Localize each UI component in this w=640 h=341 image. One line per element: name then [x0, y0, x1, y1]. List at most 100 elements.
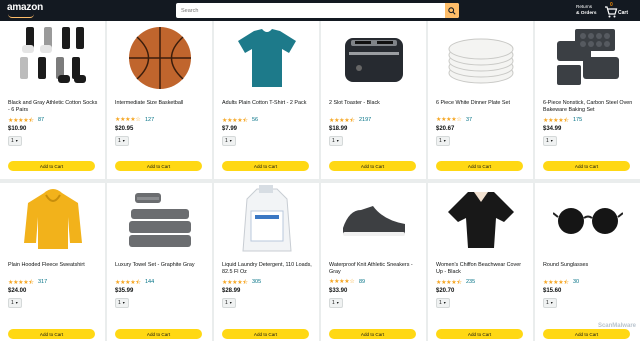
quantity-select[interactable]: 1▾ — [329, 136, 343, 146]
product-price: $20.95 — [115, 126, 133, 132]
review-count[interactable]: 2197 — [359, 117, 371, 123]
rating-stars: ★★★★☆ — [436, 116, 461, 123]
product-image[interactable] — [327, 187, 420, 257]
basketball-icon — [127, 25, 193, 96]
product-image[interactable] — [6, 187, 99, 257]
product-image[interactable] — [6, 25, 99, 95]
quantity-value: 1 — [332, 138, 335, 144]
detergent-icon — [237, 185, 297, 260]
rating-stars: ★★★★⯪ — [8, 116, 34, 126]
returns-orders-link[interactable]: Returns & Orders — [576, 4, 597, 17]
plates-icon — [446, 29, 516, 92]
quantity-select[interactable]: 1▾ — [543, 298, 557, 308]
orders-label: & Orders — [576, 11, 597, 16]
chevron-down-icon: ▾ — [16, 138, 18, 143]
quantity-value: 1 — [118, 138, 121, 144]
search-bar — [176, 3, 459, 18]
product-image[interactable] — [541, 187, 634, 257]
add-to-cart-button[interactable]: Add to Cart — [115, 161, 202, 171]
quantity-select[interactable]: 1▾ — [115, 136, 129, 146]
socks-icon — [18, 25, 88, 96]
review-count[interactable]: 317 — [38, 279, 47, 285]
amazon-logo[interactable]: amazon — [7, 2, 43, 13]
quantity-select[interactable]: 1▾ — [8, 298, 22, 308]
product-price: $35.99 — [115, 288, 133, 294]
add-to-cart-button[interactable]: Add to Cart — [543, 161, 630, 171]
add-to-cart-button[interactable]: Add to Cart — [8, 161, 95, 171]
product-image[interactable] — [113, 25, 206, 95]
product-card: 6-Piece Nonstick, Carbon Steel Oven Bake… — [535, 21, 640, 179]
chevron-down-icon: ▾ — [123, 300, 125, 305]
product-card: Intermediate Size Basketball ★★★★☆ 127 $20.… — [107, 21, 212, 179]
rating-stars: ★★★★⯪ — [222, 116, 248, 126]
tshirt-icon — [234, 27, 300, 94]
product-image[interactable] — [220, 25, 313, 95]
product-price: $24.00 — [8, 288, 26, 294]
amazon-logo-smile — [8, 14, 34, 18]
product-image[interactable] — [434, 25, 527, 95]
product-card: Liquid Laundry Detergent, 110 Loads, 82.… — [214, 183, 319, 341]
top-navigation-bar: amazon Returns & Orders 0 Cart — [0, 0, 640, 21]
product-title: Waterproof Knit Athletic Sneakers - Gray — [329, 262, 420, 276]
product-title: Intermediate Size Basketball — [115, 100, 206, 107]
quantity-select[interactable]: 1▾ — [115, 298, 129, 308]
review-count[interactable]: 30 — [573, 279, 579, 285]
product-price: $34.99 — [543, 126, 561, 132]
review-count[interactable]: 175 — [573, 117, 582, 123]
product-image[interactable] — [113, 187, 206, 257]
review-count[interactable]: 305 — [252, 279, 261, 285]
chevron-down-icon: ▾ — [337, 300, 339, 305]
review-count[interactable]: 127 — [145, 117, 154, 123]
product-title: Round Sunglasses — [543, 262, 634, 269]
product-card: Luxury Towel Set - Graphite Gray★★★★⯪144… — [107, 183, 212, 341]
watermark: ScanMalware — [598, 323, 636, 329]
chevron-down-icon: ▾ — [337, 138, 339, 143]
product-price: $20.70 — [436, 288, 454, 294]
chevron-down-icon: ▾ — [230, 138, 232, 143]
search-button[interactable] — [445, 3, 459, 18]
product-title: Plain Hooded Fleece Sweatshirt — [8, 262, 99, 269]
quantity-select[interactable]: 1▾ — [329, 298, 343, 308]
add-to-cart-button[interactable]: Add to Cart — [329, 161, 416, 171]
quantity-select[interactable]: 1▾ — [436, 298, 450, 308]
quantity-select[interactable]: 1▾ — [8, 136, 22, 146]
add-to-cart-button[interactable]: Add to Cart — [222, 161, 309, 171]
returns-label: Returns — [576, 4, 597, 10]
review-count[interactable]: 56 — [252, 117, 258, 123]
review-count[interactable]: 235 — [466, 279, 475, 285]
review-count[interactable]: 37 — [466, 117, 472, 123]
product-title: Liquid Laundry Detergent, 110 Loads, 82.… — [222, 262, 313, 276]
review-count[interactable]: 89 — [359, 279, 365, 285]
product-card: 2 Slot Toaster - Black★★★★⯪2197$18.991▾A… — [321, 21, 426, 179]
quantity-value: 1 — [225, 300, 228, 306]
add-to-cart-button[interactable]: Add to Cart — [436, 161, 523, 171]
cart-label: Cart — [618, 10, 628, 16]
review-count[interactable]: 87 — [38, 117, 44, 123]
quantity-select[interactable]: 1▾ — [222, 136, 236, 146]
quantity-value: 1 — [225, 138, 228, 144]
product-card: 6 Piece White Dinner Plate Set★★★★☆37$20… — [428, 21, 533, 179]
product-price: $28.99 — [222, 288, 240, 294]
sunglasses-icon — [553, 203, 623, 242]
product-title: Women's Chiffon Beachwear Cover Up - Bla… — [436, 262, 527, 276]
quantity-value: 1 — [546, 300, 549, 306]
quantity-value: 1 — [11, 300, 14, 306]
cart-button[interactable]: 0 Cart — [604, 2, 634, 20]
sneaker-icon — [339, 200, 409, 245]
rating-stars: ★★★★☆ — [115, 116, 140, 123]
product-image[interactable] — [327, 25, 420, 95]
product-title: 6 Piece White Dinner Plate Set — [436, 100, 527, 107]
product-image[interactable] — [541, 25, 634, 95]
product-title: 2 Slot Toaster - Black — [329, 100, 420, 107]
product-title: Black and Gray Athletic Cotton Socks - 6… — [8, 100, 99, 114]
product-image[interactable] — [220, 187, 313, 257]
rating-stars: ★★★★☆ — [329, 278, 354, 285]
bakeware-icon — [553, 27, 623, 94]
search-input[interactable] — [176, 3, 445, 18]
quantity-select[interactable]: 1▾ — [436, 136, 450, 146]
product-image[interactable] — [434, 187, 527, 257]
review-count[interactable]: 144 — [145, 279, 154, 285]
quantity-select[interactable]: 1▾ — [222, 298, 236, 308]
quantity-select[interactable]: 1▾ — [543, 136, 557, 146]
chevron-down-icon: ▾ — [123, 138, 125, 143]
